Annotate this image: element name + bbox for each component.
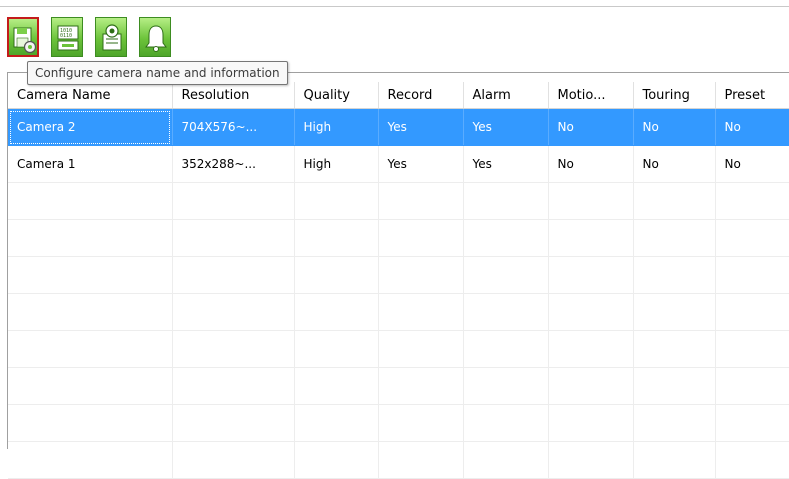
empty-row <box>8 219 789 257</box>
camera-record-button[interactable] <box>95 17 127 57</box>
top-divider <box>0 6 789 7</box>
binary-data-icon: 1010 0110 <box>57 25 79 51</box>
cell-camera-name: Camera 2 <box>8 108 173 146</box>
column-header-preset[interactable]: Preset <box>715 82 789 109</box>
save-gear-icon <box>13 27 37 54</box>
cell-preset: No <box>715 108 789 146</box>
column-header-record[interactable]: Record <box>378 82 464 109</box>
cell-resolution: 352x288~... <box>172 145 295 183</box>
empty-row <box>8 330 789 368</box>
cell-alarm: Yes <box>463 108 549 146</box>
camera-table: Camera Name Resolution Quality Record Al… <box>8 82 789 479</box>
cell-touring: No <box>633 108 716 146</box>
cell-resolution: 704X576~... <box>172 108 295 146</box>
column-header-camera-name[interactable]: Camera Name <box>8 82 173 109</box>
cell-touring: No <box>633 145 716 183</box>
column-header-alarm[interactable]: Alarm <box>463 82 549 109</box>
cell-preset: No <box>715 145 789 183</box>
table-header: Camera Name Resolution Quality Record Al… <box>8 82 789 109</box>
cell-quality: High <box>294 108 379 146</box>
cell-motion: No <box>548 145 634 183</box>
empty-row <box>8 367 789 405</box>
column-header-touring[interactable]: Touring <box>633 82 716 109</box>
svg-text:0110: 0110 <box>60 33 72 39</box>
cell-record: Yes <box>378 108 464 146</box>
bell-icon <box>145 25 167 52</box>
camera-document-icon <box>102 24 122 51</box>
alarm-button[interactable] <box>139 17 171 57</box>
empty-row <box>8 182 789 220</box>
empty-row <box>8 256 789 294</box>
column-header-quality[interactable]: Quality <box>294 82 379 109</box>
table-row[interactable]: Camera 1 352x288~... High Yes Yes No No … <box>8 145 789 183</box>
cell-motion: No <box>548 108 634 146</box>
empty-row <box>8 441 789 479</box>
cell-record: Yes <box>378 145 464 183</box>
column-header-motion[interactable]: Motio... <box>548 82 634 109</box>
empty-row <box>8 293 789 331</box>
tooltip: Configure camera name and information <box>27 61 288 85</box>
column-header-resolution[interactable]: Resolution <box>172 82 295 109</box>
cell-camera-name: Camera 1 <box>8 145 173 183</box>
camera-config-button[interactable] <box>7 17 39 57</box>
cell-alarm: Yes <box>463 145 549 183</box>
binary-data-button[interactable]: 1010 0110 <box>51 17 83 57</box>
cell-quality: High <box>294 145 379 183</box>
table-row[interactable]: Camera 2 704X576~... High Yes Yes No No … <box>8 108 789 146</box>
empty-row <box>8 404 789 442</box>
